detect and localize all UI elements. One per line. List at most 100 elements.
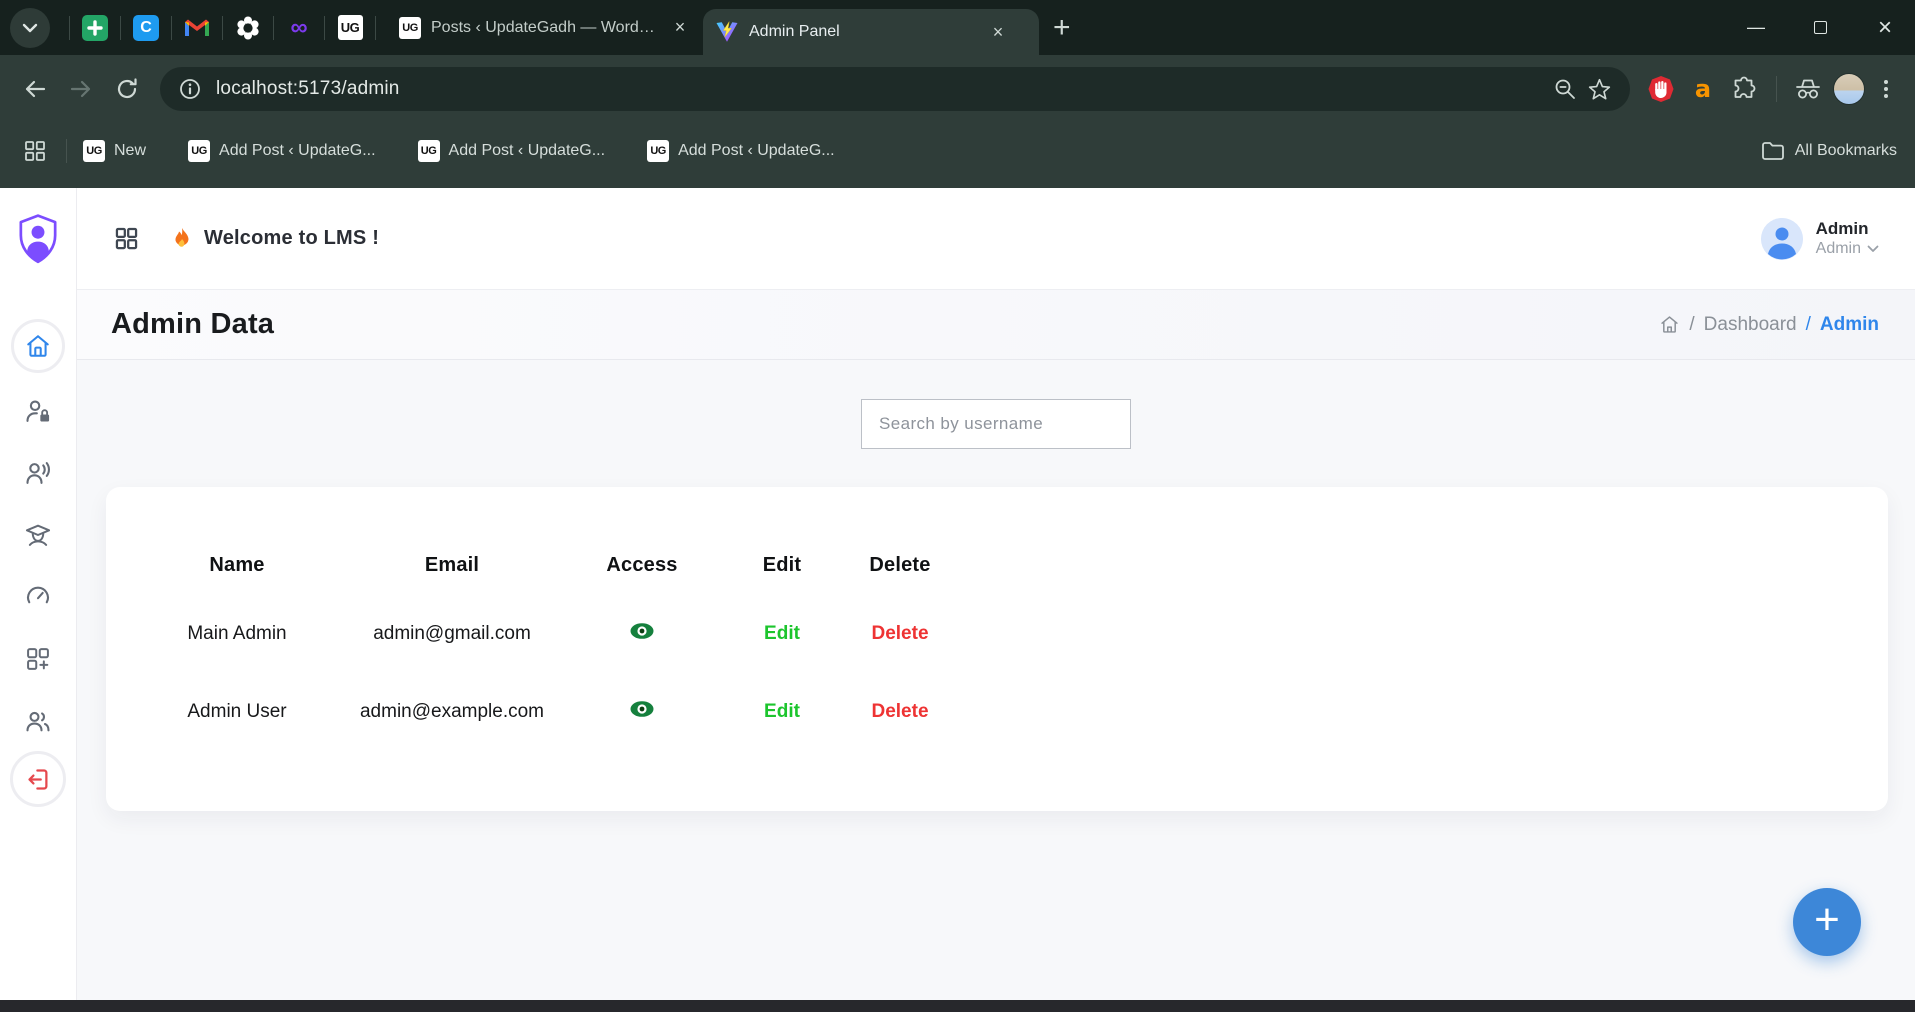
menu-grid-button[interactable]	[113, 225, 140, 252]
tab-search-chevron-button[interactable]	[10, 8, 50, 48]
sidebar-item-announcer[interactable]	[24, 458, 53, 487]
tab-title: Admin Panel	[749, 23, 977, 41]
page-head: Admin Data / Dashboard / Admin	[77, 290, 1915, 360]
tab-admin-panel[interactable]: Admin Panel ×	[703, 9, 1039, 55]
all-bookmarks-button[interactable]: All Bookmarks	[1761, 141, 1897, 161]
user-avatar	[1761, 218, 1803, 260]
browser-profile-avatar[interactable]	[1833, 73, 1865, 105]
app-header: Welcome to LMS ! Admin Admin	[77, 188, 1915, 290]
page-title: Admin Data	[111, 308, 274, 341]
breadcrumb-dashboard[interactable]: Dashboard	[1704, 314, 1797, 336]
incognito-icon	[1794, 77, 1822, 101]
sidebar-item-users-group[interactable]	[24, 706, 53, 735]
bookmark-item-add-post-1[interactable]: UG Add Post ‹ UpdateG...	[188, 140, 376, 162]
ug-icon: UG	[188, 140, 210, 162]
forward-button[interactable]	[62, 70, 100, 108]
taskbar-edge	[0, 1000, 1915, 1012]
breadcrumb: / Dashboard / Admin	[1659, 314, 1881, 336]
users-icon	[24, 707, 52, 735]
zoom-icon[interactable]	[1548, 72, 1582, 106]
url-text[interactable]: localhost:5173/admin	[216, 78, 1548, 100]
pinned-tab-infinity[interactable]: ∞	[285, 14, 313, 42]
bookmark-item-add-post-3[interactable]: UG Add Post ‹ UpdateG...	[647, 140, 835, 162]
col-email: Email	[346, 535, 558, 595]
address-bar[interactable]: localhost:5173/admin	[160, 67, 1630, 111]
user-lock-icon	[24, 397, 52, 425]
user-menu[interactable]: Admin Admin	[1761, 218, 1879, 260]
amazon-extension[interactable]: a	[1686, 72, 1720, 106]
browser-menu-button[interactable]	[1873, 80, 1899, 98]
access-eye-icon[interactable]	[629, 700, 655, 718]
tab-posts-updategadh[interactable]: UG Posts ‹ UpdateGadh — WordPre ×	[387, 8, 703, 48]
browser-hidden-mode-button[interactable]	[1791, 72, 1825, 106]
ug-icon: UG	[338, 15, 363, 40]
app-logo[interactable]	[0, 188, 76, 290]
sidebar-item-home[interactable]	[11, 319, 65, 373]
add-admin-fab-button[interactable]: +	[1793, 888, 1861, 956]
edit-link[interactable]: Edit	[726, 595, 838, 673]
bookmark-star-icon[interactable]	[1582, 72, 1616, 106]
reload-button[interactable]	[108, 70, 146, 108]
pinned-tab-gmail[interactable]	[183, 14, 211, 42]
pinned-tab-chatgpt[interactable]	[234, 14, 262, 42]
sidebar-item-logout[interactable]	[10, 751, 66, 807]
cell-name: Admin User	[128, 673, 346, 751]
tab-close-button[interactable]: ×	[987, 21, 1009, 43]
pinned-tab-separator	[69, 16, 70, 40]
ug-icon: UG	[418, 140, 440, 162]
pinned-tab-separator	[273, 16, 274, 40]
admin-table: Name Email Access Edit Delete Main Admin…	[128, 535, 962, 751]
pinned-tab-updategadh[interactable]: UG	[336, 14, 364, 42]
pinned-tab-separator	[324, 16, 325, 40]
tab-close-button[interactable]: ×	[669, 17, 691, 39]
home-icon	[25, 333, 51, 359]
bookmarks-separator	[66, 139, 67, 163]
bookmark-item-new[interactable]: UG New	[83, 140, 146, 162]
delete-link[interactable]: Delete	[838, 673, 962, 751]
pinned-tab-clock-app[interactable]: C	[132, 14, 160, 42]
breadcrumb-current: Admin	[1820, 314, 1879, 336]
col-name: Name	[128, 535, 346, 595]
delete-link[interactable]: Delete	[838, 595, 962, 673]
bookmark-label: New	[114, 142, 146, 160]
folder-icon	[1761, 141, 1785, 161]
window-close-button[interactable]: ×	[1873, 14, 1897, 42]
sheets-icon	[82, 15, 108, 41]
window-controls: — ×	[1744, 0, 1897, 55]
bookmark-item-add-post-2[interactable]: UG Add Post ‹ UpdateG...	[418, 140, 606, 162]
pinned-tab-separator	[375, 16, 376, 40]
breadcrumb-separator: /	[1806, 314, 1811, 336]
chevron-down-icon	[1867, 245, 1879, 253]
apps-grid-button[interactable]	[18, 134, 52, 168]
infinity-icon: ∞	[290, 16, 307, 40]
access-eye-icon[interactable]	[629, 622, 655, 640]
welcome-banner: Welcome to LMS !	[172, 227, 379, 251]
home-breadcrumb-icon[interactable]	[1659, 314, 1680, 335]
pinned-tab-sheets[interactable]	[81, 14, 109, 42]
breadcrumb-separator: /	[1689, 314, 1694, 336]
col-edit: Edit	[726, 535, 838, 595]
sidebar-item-admin-users[interactable]	[24, 396, 53, 425]
gauge-icon	[24, 583, 52, 611]
content: Name Email Access Edit Delete Main Admin…	[77, 360, 1915, 1000]
window-minimize-button[interactable]: —	[1744, 17, 1768, 38]
search-input[interactable]	[861, 399, 1131, 449]
bookmark-label: Add Post ‹ UpdateG...	[219, 142, 376, 160]
sidebar-item-dashboard-gauge[interactable]	[24, 582, 53, 611]
sidebar-nav	[0, 290, 76, 807]
sidebar-item-add-module[interactable]	[24, 644, 53, 673]
graduate-icon	[24, 521, 52, 549]
ug-icon: UG	[647, 140, 669, 162]
table-header-row: Name Email Access Edit Delete	[128, 535, 962, 595]
vite-icon	[715, 20, 739, 44]
back-button[interactable]	[16, 70, 54, 108]
new-tab-button[interactable]: +	[1053, 13, 1071, 43]
adblock-hand-extension[interactable]	[1644, 72, 1678, 106]
edit-link[interactable]: Edit	[726, 673, 838, 751]
user-name: Admin	[1816, 218, 1879, 239]
sidebar-item-students[interactable]	[24, 520, 53, 549]
admin-app: Welcome to LMS ! Admin Admin Admin Data	[0, 188, 1915, 1000]
window-maximize-button[interactable]	[1814, 21, 1827, 34]
site-info-icon[interactable]	[174, 73, 206, 105]
extensions-button[interactable]	[1728, 72, 1762, 106]
